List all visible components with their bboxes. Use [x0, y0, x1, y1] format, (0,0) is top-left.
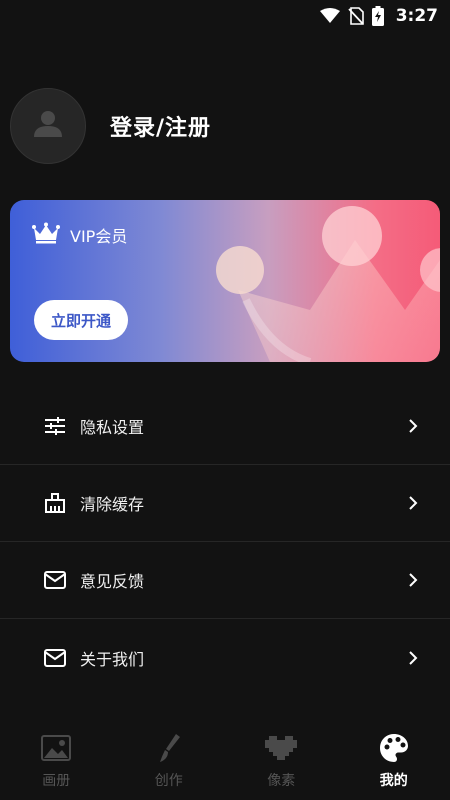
- activate-vip-button[interactable]: 立即开通: [34, 300, 128, 340]
- chevron-right-icon: [406, 573, 420, 587]
- menu-item-clear-cache[interactable]: 清除缓存: [0, 465, 450, 542]
- bottom-nav: 画册 创作 像素 我的: [0, 712, 450, 800]
- nav-tab-mine[interactable]: 我的: [354, 732, 434, 790]
- broom-icon: [44, 492, 66, 514]
- nav-label: 创作: [154, 773, 183, 789]
- vip-title: VIP会员: [70, 227, 128, 246]
- user-icon: [31, 107, 65, 145]
- nav-label: 画册: [42, 773, 71, 789]
- vip-card[interactable]: VIP会员 立即开通: [10, 200, 440, 362]
- nav-tab-album[interactable]: 画册: [16, 732, 96, 790]
- image-icon: [41, 732, 72, 764]
- login-register-link[interactable]: 登录/注册: [110, 110, 211, 142]
- profile-header[interactable]: 登录/注册: [10, 88, 211, 164]
- avatar[interactable]: [10, 88, 86, 164]
- menu-item-about-us[interactable]: 关于我们: [0, 619, 450, 696]
- clock: 3:27: [395, 6, 438, 26]
- palette-icon: [379, 732, 409, 764]
- no-sim-icon: [348, 7, 364, 25]
- menu-item-feedback[interactable]: 意见反馈: [0, 542, 450, 619]
- sliders-icon: [44, 415, 66, 437]
- wifi-icon: [319, 8, 340, 24]
- chevron-right-icon: [406, 650, 420, 665]
- brush-icon: [157, 732, 181, 764]
- menu-label: 清除缓存: [80, 495, 145, 514]
- chevron-right-icon: [406, 419, 420, 433]
- nav-tab-pixel[interactable]: 像素: [241, 732, 321, 790]
- settings-menu: 隐私设置 清除缓存 意见反馈 关于我们: [0, 388, 450, 696]
- chevron-right-icon: [406, 496, 420, 510]
- battery-charging-icon: [371, 6, 384, 26]
- menu-item-privacy-settings[interactable]: 隐私设置: [0, 388, 450, 465]
- mail-icon: [44, 569, 66, 591]
- menu-label: 关于我们: [80, 649, 145, 669]
- crown-icon: [32, 222, 60, 248]
- vip-header: VIP会员: [32, 222, 127, 248]
- menu-label: 意见反馈: [80, 572, 145, 591]
- nav-label: 我的: [379, 773, 408, 789]
- status-bar: 3:27: [0, 0, 450, 32]
- menu-label: 隐私设置: [80, 418, 145, 437]
- nav-label: 像素: [267, 773, 296, 789]
- pixel-heart-icon: [265, 732, 298, 764]
- nav-tab-create[interactable]: 创作: [129, 732, 209, 790]
- mail-icon: [44, 647, 66, 669]
